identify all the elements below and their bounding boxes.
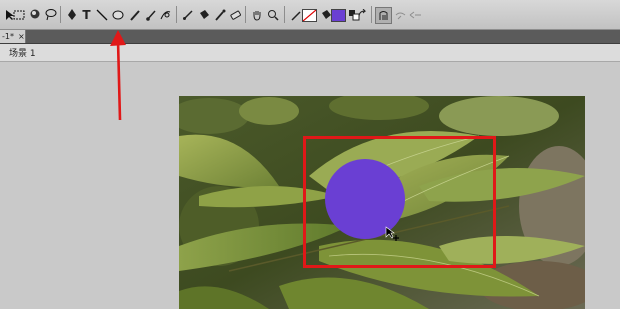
close-icon[interactable]: × bbox=[18, 32, 25, 41]
hand-icon[interactable] bbox=[249, 7, 264, 22]
eraser-icon[interactable] bbox=[228, 7, 243, 22]
stroke-color-pencil-icon bbox=[288, 7, 303, 22]
paint-bucket-icon[interactable] bbox=[196, 7, 211, 22]
zoom-icon[interactable] bbox=[265, 7, 280, 22]
straighten-icon[interactable] bbox=[408, 7, 423, 22]
move-cursor-icon bbox=[385, 226, 399, 241]
bone-icon[interactable] bbox=[180, 7, 195, 22]
scene-label[interactable]: 场景 1 bbox=[9, 46, 36, 59]
document-tab-bar: -1* × bbox=[0, 30, 620, 44]
pen-icon[interactable] bbox=[64, 7, 79, 22]
lasso-icon[interactable] bbox=[43, 7, 58, 22]
toolbar-separator bbox=[245, 6, 246, 23]
text-icon[interactable]: T bbox=[79, 7, 94, 22]
swap-colors-icon[interactable] bbox=[355, 7, 370, 22]
toolbar-separator bbox=[176, 6, 177, 23]
annotation-arrow bbox=[110, 30, 126, 121]
scene-bar: 场景 1 bbox=[0, 44, 620, 62]
toolbar-separator bbox=[284, 6, 285, 23]
brush-icon[interactable] bbox=[143, 7, 158, 22]
ink-bottle-icon[interactable] bbox=[212, 7, 227, 22]
free-transform-icon[interactable] bbox=[12, 7, 27, 22]
oval-tool-icon[interactable] bbox=[111, 7, 126, 22]
pencil-icon[interactable] bbox=[127, 7, 142, 22]
gradient-transform-icon[interactable] bbox=[28, 7, 43, 22]
document-tab-label: -1* bbox=[2, 32, 14, 41]
stroke-color-swatch[interactable] bbox=[302, 9, 317, 22]
snap-to-objects-icon[interactable] bbox=[375, 7, 392, 24]
toolbar-separator bbox=[60, 6, 61, 23]
fill-color-swatch[interactable] bbox=[331, 9, 346, 22]
document-tab[interactable]: -1* × bbox=[0, 30, 26, 43]
deco-icon[interactable] bbox=[158, 7, 173, 22]
smooth-icon[interactable] bbox=[393, 7, 408, 22]
top-toolbar: T bbox=[0, 0, 620, 30]
toolbar-separator bbox=[371, 6, 372, 23]
line-icon[interactable] bbox=[94, 7, 109, 22]
